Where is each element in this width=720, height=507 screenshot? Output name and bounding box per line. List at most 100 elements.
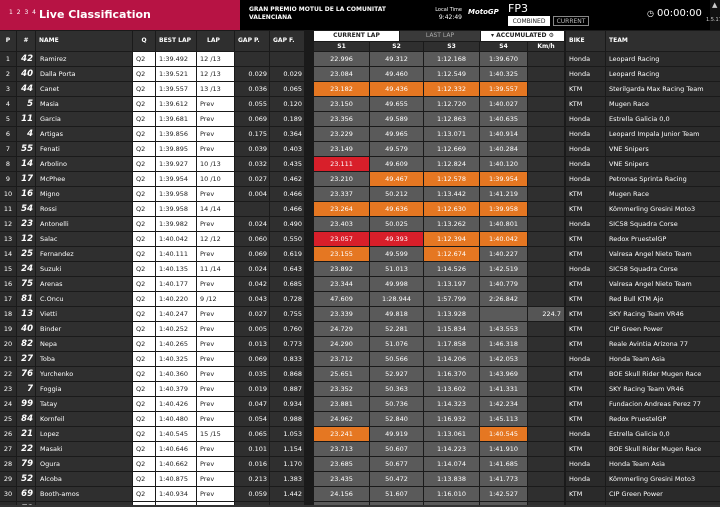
col-num[interactable]: # [17, 31, 35, 51]
team-cell: Kömmerling Gresini Moto3 [606, 472, 720, 486]
table-row[interactable]: 15 24 Suzuki Q2 1:40.135 11 /14 0.024 0.643 23.8… [0, 262, 720, 277]
current-lap-toggle[interactable]: CURRENT LAP [314, 31, 399, 41]
gap-first-cell: 0.364 [270, 127, 304, 141]
speed-cell [528, 322, 564, 336]
table-row[interactable]: 28 79 Ogura Q2 1:40.662 Prev 0.016 1.170 23.685 5… [0, 457, 720, 472]
table-row[interactable]: 3 44 Canet Q2 1:39.557 13 /13 0.036 0.065 23.182… [0, 82, 720, 97]
table-row[interactable]: 10 16 Migno Q2 1:39.958 Prev 0.004 0.466 23.337 5… [0, 187, 720, 202]
current-button[interactable]: CURRENT [553, 16, 589, 26]
sector-3-cell: 1:13.442 [424, 187, 479, 201]
table-row[interactable]: 25 84 Kornfeil Q2 1:40.480 Prev 0.054 0.988 24.9… [0, 412, 720, 427]
table-row[interactable]: 2 40 Dalla Porta Q2 1:39.521 12 /13 0.029 0.029… [0, 67, 720, 82]
gap-previous-cell: 0.032 [235, 157, 269, 171]
gap-first-cell: 0.403 [270, 142, 304, 156]
combined-button[interactable]: COMBINED [508, 16, 550, 26]
table-row[interactable]: 30 69 Booth-amos Q2 1:40.934 Prev 0.059 1.442 24… [0, 487, 720, 502]
sector-3-cell: 1:12.549 [424, 67, 479, 81]
best-lap-cell: 1:39.927 [156, 157, 196, 171]
lap-count-cell: Prev [197, 367, 234, 381]
table-row[interactable]: 12 23 Antonelli Q2 1:39.982 Prev 0.024 0.490 23.… [0, 217, 720, 232]
qualifying-group-cell: Q2 [133, 187, 155, 201]
rider-number-cell: 84 [17, 412, 35, 426]
sector-4-cell: 1:40.545 [480, 427, 527, 441]
lap-count-cell: Prev [197, 337, 234, 351]
sector-1-cell: 22.996 [314, 52, 369, 66]
col-lap[interactable]: LAP [197, 31, 234, 51]
table-row[interactable]: 29 52 Alcoba Q2 1:40.875 Prev 0.213 1.383 23.435… [0, 472, 720, 487]
table-row[interactable]: 16 75 Arenas Q2 1:40.177 Prev 0.042 0.685 23.344… [0, 277, 720, 292]
last-lap-toggle[interactable]: LAST LAP [400, 31, 480, 41]
table-row[interactable]: 17 81 C.Oncu Q2 1:40.220 9 /12 0.043 0.728 47.60… [0, 292, 720, 307]
col-gap-p[interactable]: GAP P. [235, 31, 269, 51]
bike-cell: Honda [566, 472, 605, 486]
team-cell: Honda Team Asia [606, 457, 720, 471]
table-row[interactable]: 24 99 Tatay Q2 1:40.426 Prev 0.047 0.934 23.881 5… [0, 397, 720, 412]
table-row[interactable]: 8 14 Arbolino Q2 1:39.927 10 /13 0.032 0.435 23.… [0, 157, 720, 172]
table-row[interactable]: 11 54 Rossi Q2 1:39.958 14 /14 0.466 23.264 49.6… [0, 202, 720, 217]
col-q[interactable]: Q [133, 31, 155, 51]
gap-first-cell: 0.466 [270, 187, 304, 201]
sector-2-cell: 49.609 [370, 157, 423, 171]
table-row[interactable]: 19 40 Binder Q2 1:40.252 Prev 0.005 0.760 24.729… [0, 322, 720, 337]
table-row[interactable]: 6 4 Artigas Q2 1:39.856 Prev 0.175 0.364 23.229 4… [0, 127, 720, 142]
sector-1-cell: 24.962 [314, 412, 369, 426]
table-row[interactable]: 13 12 Salac Q2 1:40.042 12 /12 0.060 0.550 23.05… [0, 232, 720, 247]
best-lap-cell: 1:40.247 [156, 307, 196, 321]
qualifying-group-cell: Q2 [133, 337, 155, 351]
table-row[interactable]: 27 22 Masaki Q2 1:40.646 Prev 0.101 1.154 23.713… [0, 442, 720, 457]
rider-number-cell: 4 [17, 127, 35, 141]
table-row[interactable]: 5 11 Garcia Q2 1:39.681 Prev 0.069 0.189 23.356 4… [0, 112, 720, 127]
gap-previous-cell: 0.054 [235, 412, 269, 426]
table-row[interactable]: 21 27 Toba Q2 1:40.325 Prev 0.069 0.833 23.712 50… [0, 352, 720, 367]
table-row[interactable]: 14 25 Fernandez Q2 1:40.111 Prev 0.069 0.619 23.… [0, 247, 720, 262]
bike-cell: KTM [566, 232, 605, 246]
table-row[interactable]: 20 82 Nepa Q2 1:40.265 Prev 0.013 0.773 24.290 51… [0, 337, 720, 352]
table-row[interactable]: 23 7 Foggia Q2 1:40.379 Prev 0.019 0.887 23.352 5… [0, 382, 720, 397]
gap-previous-cell: 0.065 [235, 427, 269, 441]
sector-1-cell: 23.712 [314, 352, 369, 366]
lap-count-cell: Prev [197, 307, 234, 321]
sector-2-cell: 49.919 [370, 427, 423, 441]
col-bike[interactable]: BIKE [566, 31, 605, 51]
table-row[interactable]: 9 17 McPhee Q2 1:39.954 10 /10 0.027 0.462 23.21… [0, 172, 720, 187]
col-team[interactable]: TEAM [606, 31, 720, 51]
bike-cell: Honda [566, 352, 605, 366]
sector-4-cell: 2:26.842 [480, 292, 527, 306]
accumulated-toggle[interactable]: ▾ ACCUMULATED ⚙ [481, 31, 564, 41]
sector-3-cell: 1:12.669 [424, 142, 479, 156]
table-row[interactable]: 4 5 Masia Q2 1:39.612 Prev 0.055 0.120 23.150 49.… [0, 97, 720, 112]
gap-previous-cell: 0.043 [235, 292, 269, 306]
team-cell: Valresa Angel Nieto Team [606, 247, 720, 261]
qualifying-group-cell: Q2 [133, 412, 155, 426]
speed-cell [528, 172, 564, 186]
table-row[interactable]: 1 42 Ramirez Q2 1:39.492 12 /13 22.996 49.312 1:… [0, 52, 720, 67]
best-lap-cell: 1:40.265 [156, 337, 196, 351]
col-gap-f[interactable]: GAP F. [270, 31, 304, 51]
speed-cell [528, 202, 564, 216]
page-indicator[interactable]: 1 2 3 4 [9, 9, 37, 16]
sector-4-cell: 1:43.969 [480, 367, 527, 381]
sector-4-cell: 1:41.773 [480, 472, 527, 486]
collapse-up-icon[interactable]: ▲ [712, 1, 717, 9]
sector-4-cell: 1:43.553 [480, 322, 527, 336]
col-name[interactable]: NAME [36, 31, 132, 51]
team-cell: Mugen Race [606, 97, 720, 111]
col-best-lap[interactable]: BEST LAP [156, 31, 196, 51]
rider-number-cell: 99 [17, 397, 35, 411]
sector-4-cell: 1:39.670 [480, 52, 527, 66]
rider-number-cell: 54 [17, 202, 35, 216]
team-cell: Estrella Galicia 0,0 [606, 427, 720, 441]
speed-cell [528, 367, 564, 381]
sector-1-cell: 23.149 [314, 142, 369, 156]
col-pos[interactable]: P [0, 31, 16, 51]
table-row[interactable]: 26 21 Lopez Q2 1:40.545 15 /15 0.065 1.053 23.24… [0, 427, 720, 442]
sector-2-cell: 49.312 [370, 52, 423, 66]
sector-2-cell: 52.927 [370, 367, 423, 381]
sector-4-cell: 1:40.027 [480, 97, 527, 111]
bike-cell: Honda [566, 262, 605, 276]
gap-previous-cell: 0.013 [235, 337, 269, 351]
sector-1-cell: 23.084 [314, 67, 369, 81]
table-row[interactable]: 18 13 Vietti Q2 1:40.247 Prev 0.027 0.755 23.339… [0, 307, 720, 322]
table-row[interactable]: 22 76 Yurchenko Q2 1:40.360 Prev 0.035 0.868 25.… [0, 367, 720, 382]
table-row[interactable]: 7 55 Fenati Q2 1:39.895 Prev 0.039 0.403 23.149 4… [0, 142, 720, 157]
